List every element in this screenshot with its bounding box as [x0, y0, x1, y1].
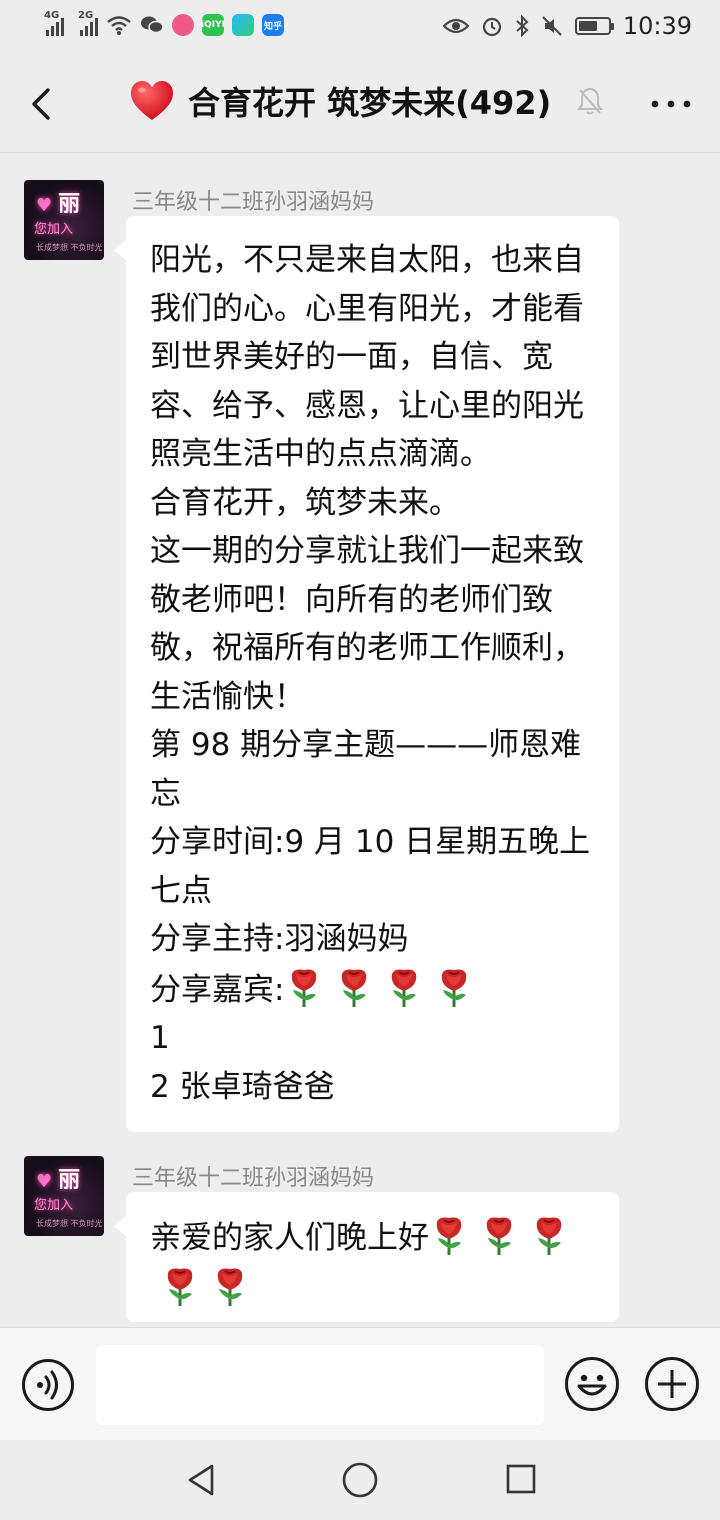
red-heart-icon	[131, 81, 173, 120]
system-back-icon[interactable]	[184, 1462, 220, 1498]
avatar-neon-text: 您加入	[34, 1198, 74, 1213]
avatar[interactable]: ♥ 丽 您加入 长成梦想 不负时光	[24, 1156, 104, 1236]
signal-4g-icon: 4G	[44, 10, 64, 36]
eye-icon	[442, 18, 469, 34]
guest-line: 分享嘉宾:	[150, 964, 595, 1015]
rose-emoji-icon	[284, 964, 324, 1008]
input-bar	[0, 1327, 720, 1441]
message-paragraph: 第 98 期分享主题———师恩难忘	[150, 727, 582, 812]
rose-emoji-icon	[434, 964, 474, 1008]
signal-2g-icon: 2G	[78, 10, 98, 36]
back-button[interactable]	[18, 76, 66, 132]
status-bar: 4G 2G iQIYI 知乎 10:39	[0, 0, 720, 56]
message-paragraph: 分享主持:羽涵妈妈	[150, 921, 409, 957]
network-2g-label: 2G	[78, 10, 94, 21]
system-home-icon[interactable]	[340, 1460, 380, 1500]
battery-icon	[574, 17, 614, 35]
rose-emoji-icon	[529, 1212, 569, 1256]
avatar[interactable]: ♥ 丽 您加入 长成梦想 不负时光	[24, 180, 104, 260]
chat-header: 合育花开 筑梦未来(492)	[0, 56, 720, 153]
sender-name: 三年级十二班孙羽涵妈妈	[132, 190, 375, 215]
message-paragraph: 阳光，不只是来自太阳，也来自我们的心。心里有阳光，才能看到世界美好的一面，自信、…	[150, 242, 584, 472]
rose-emoji-icon	[384, 964, 424, 1008]
plus-icon[interactable]	[644, 1356, 700, 1412]
avatar-title: ♥ 丽	[36, 1168, 81, 1193]
status-right: 10:39	[442, 12, 692, 40]
avatar-small-text: 长成梦想 不负时光	[36, 1219, 103, 1228]
voice-icon[interactable]	[21, 1358, 75, 1412]
emoji-icon[interactable]	[564, 1356, 620, 1412]
system-navigation-bar	[0, 1440, 720, 1520]
rose-emoji-icon	[210, 1263, 250, 1307]
mute-bell-icon	[577, 87, 604, 115]
sender-name: 三年级十二班孙羽涵妈妈	[132, 1166, 375, 1191]
alarm-icon	[482, 17, 501, 37]
mute-status-icon	[542, 16, 562, 36]
video-icon	[232, 14, 254, 36]
status-left: 4G 2G iQIYI 知乎	[44, 10, 284, 36]
network-4g-label: 4G	[44, 10, 60, 21]
avatar-neon-text: 您加入	[34, 222, 74, 237]
rose-emoji-icon	[479, 1212, 519, 1256]
bluetooth-icon	[516, 15, 529, 37]
avatar-title: ♥ 丽	[36, 192, 81, 217]
weibo-like-icon	[172, 14, 194, 36]
wechat-icon	[141, 16, 164, 34]
rose-emoji-icon	[429, 1212, 469, 1256]
message-paragraph: 这一期的分享就让我们一起来致敬老师吧！向所有的老师们致敬，祝福所有的老师工作顺利…	[150, 533, 584, 715]
message-paragraph: 合育花开，筑梦未来。	[150, 484, 460, 521]
message-text: 亲爱的家人们晚上好	[150, 1220, 429, 1256]
rose-emoji-icon	[334, 964, 374, 1008]
message-bubble[interactable]: 阳光，不只是来自太阳，也来自我们的心。心里有阳光，才能看到世界美好的一面，自信、…	[114, 216, 619, 1132]
chat-title: 合育花开 筑梦未来(492)	[188, 84, 552, 122]
status-time: 10:39	[622, 12, 692, 40]
wifi-icon	[107, 16, 131, 35]
rose-row	[284, 969, 474, 1008]
guest-label: 分享嘉宾:	[150, 971, 285, 1008]
message-bubble[interactable]: 亲爱的家人们晚上好	[114, 1192, 619, 1322]
message-input[interactable]	[96, 1345, 544, 1425]
battery-fill	[578, 21, 597, 31]
iqiyi-icon: iQIYI	[201, 14, 225, 36]
message-paragraph: 2 张卓琦爸爸	[150, 1068, 335, 1105]
zhihu-icon: 知乎	[262, 14, 284, 36]
chat-title-group[interactable]: 合育花开 筑梦未来(492)	[130, 78, 604, 124]
more-options-button[interactable]	[646, 86, 696, 122]
rose-emoji-icon	[160, 1263, 200, 1307]
avatar-small-text: 长成梦想 不负时光	[36, 243, 103, 252]
message-paragraph: 1	[150, 1020, 170, 1056]
message-paragraph: 亲爱的家人们晚上好	[150, 1212, 595, 1313]
message-paragraph: 分享时间:9 月 10 日星期五晚上七点	[150, 824, 591, 909]
system-recent-apps-icon[interactable]	[504, 1462, 538, 1496]
